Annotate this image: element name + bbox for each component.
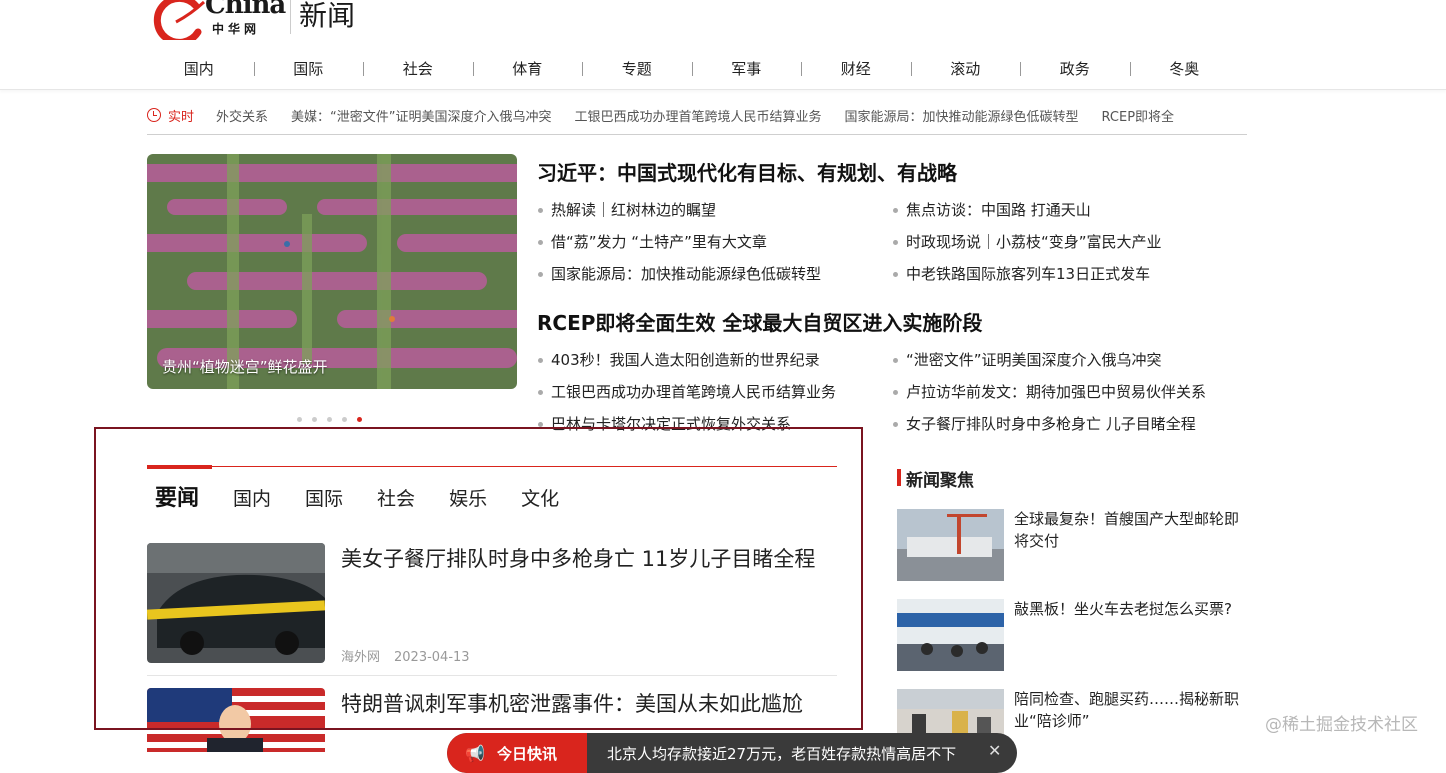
ticker-item[interactable]: 美媒：“泄密文件”证明美国深度介入俄乌冲突 — [291, 110, 551, 125]
news-link[interactable]: 焦点访谈：中国路 打通天山 — [892, 200, 1247, 220]
focus-title[interactable]: 陪同检查、跑腿买药……揭秘新职业“陪诊师” — [1014, 688, 1246, 732]
ticker-item[interactable]: 国家能源局：加快推动能源绿色低碳转型 — [845, 110, 1079, 125]
news-flash-text[interactable]: 北京人均存款接近27万元，老百姓存款热情高居不下 — [607, 743, 977, 764]
news-image — [147, 543, 325, 663]
nav-item-government[interactable]: 政务 — [1020, 58, 1130, 80]
clock-icon — [147, 108, 161, 122]
nav-item-sports[interactable]: 体育 — [472, 58, 583, 80]
focus-title[interactable]: 敲黑板！坐火车去老挝怎么买票? — [1014, 598, 1246, 620]
watermark: @稀土掘金技术社区 — [1265, 715, 1418, 735]
nav-item-society[interactable]: 社会 — [363, 58, 473, 80]
news-meta: 海外网 2023-04-13 — [341, 646, 470, 665]
focus-image — [897, 599, 1004, 671]
focus-thumbnail[interactable] — [897, 509, 1004, 581]
nav-item-topics[interactable]: 专题 — [582, 58, 692, 80]
nav-item-winter-olympics[interactable]: 冬奥 — [1129, 58, 1240, 80]
site-header: China 中华网 新闻 国内 国际 社会 体育 专题 军事 财经 滚动 政务 … — [0, 0, 1446, 90]
news-flash-label: 今日快讯 — [497, 745, 558, 763]
close-icon[interactable]: ✕ — [988, 741, 1001, 760]
channel-title[interactable]: 新闻 — [299, 0, 355, 34]
headline-1-links: 热解读｜红树林边的瞩望 焦点访谈：中国路 打通天山 借“荔”发力 “土特产”里有… — [537, 200, 1247, 284]
carousel-dots — [297, 417, 362, 422]
news-title[interactable]: 美女子餐厅排队时身中多枪身亡 11岁儿子目睹全程 — [341, 543, 815, 573]
news-link[interactable]: 借“荔”发力 “土特产”里有大文章 — [537, 232, 892, 252]
logo-text: China — [205, 0, 286, 20]
news-link[interactable]: 国家能源局：加快推动能源绿色低碳转型 — [537, 264, 892, 284]
news-divider — [147, 675, 837, 676]
news-link[interactable]: “泄密文件”证明美国深度介入俄乌冲突 — [892, 350, 1247, 370]
carousel-dot[interactable] — [342, 417, 347, 422]
hero-slide[interactable]: 贵州“植物迷宫”鲜花盛开 — [147, 154, 517, 389]
tab-domestic[interactable]: 国内 — [233, 484, 271, 511]
ticker-label: 实时 — [168, 110, 195, 125]
nav-item-rolling[interactable]: 滚动 — [910, 58, 1021, 80]
tab-society[interactable]: 社会 — [377, 484, 415, 511]
ticker-item[interactable]: 工银巴西成功办理首笔跨境人民币结算业务 — [575, 110, 822, 125]
focus-thumbnail[interactable] — [897, 599, 1004, 671]
carousel-dot[interactable] — [327, 417, 332, 422]
main-nav: 国内 国际 社会 体育 专题 军事 财经 滚动 政务 冬奥 — [144, 58, 1239, 80]
ticker-item[interactable]: RCEP即将全 — [1102, 110, 1175, 125]
news-link[interactable]: 巴林与卡塔尔决定正式恢复外交关系 — [537, 414, 892, 434]
carousel-dot-active[interactable] — [357, 417, 362, 422]
nav-item-domestic[interactable]: 国内 — [144, 58, 254, 80]
live-ticker: 实时 外交关系 美媒：“泄密文件”证明美国深度介入俄乌冲突 工银巴西成功办理首笔跨境… — [147, 104, 1247, 128]
hero-caption[interactable]: 贵州“植物迷宫”鲜花盛开 — [162, 356, 328, 377]
tab-entertainment[interactable]: 娱乐 — [449, 484, 487, 511]
focus-heading: 新闻聚焦 — [897, 466, 974, 491]
headline-2[interactable]: RCEP即将全面生效 全球最大自贸区进入实施阶段 — [537, 307, 982, 336]
focus-image — [897, 509, 1004, 581]
tab-international[interactable]: 国际 — [305, 484, 343, 511]
tab-headlines[interactable]: 要闻 — [155, 480, 199, 512]
news-link[interactable]: 热解读｜红树林边的瞩望 — [537, 200, 892, 220]
news-link[interactable]: 工银巴西成功办理首笔跨境人民币结算业务 — [537, 382, 892, 402]
headline-2-links: 403秒！我国人造太阳创造新的世界纪录 “泄密文件”证明美国深度介入俄乌冲突 工… — [537, 350, 1247, 434]
news-flash-bar[interactable]: 📢 今日快讯 北京人均存款接近27万元，老百姓存款热情高居不下 ✕ — [447, 733, 1017, 773]
tab-culture[interactable]: 文化 — [521, 484, 559, 511]
news-link[interactable]: 中老铁路国际旅客列车13日正式发车 — [892, 264, 1247, 284]
headline-1[interactable]: 习近平：中国式现代化有目标、有规划、有战略 — [537, 157, 957, 186]
news-link[interactable]: 女子餐厅排队时身中多枪身亡 儿子目睹全程 — [892, 414, 1247, 434]
tabs-divider — [147, 466, 837, 467]
focus-title[interactable]: 全球最复杂！首艘国产大型邮轮即将交付 — [1014, 508, 1246, 552]
news-title[interactable]: 特朗普讽刺军事机密泄露事件：美国从未如此尴尬 — [341, 688, 803, 718]
ticker-item[interactable]: 外交关系 — [216, 110, 268, 125]
nav-item-military[interactable]: 军事 — [691, 58, 802, 80]
hero-image — [147, 154, 517, 389]
news-image — [147, 688, 325, 752]
logo-divider — [290, 0, 291, 34]
active-tab-indicator — [147, 465, 212, 469]
logo-subtext: 中华网 — [212, 22, 261, 36]
news-thumbnail[interactable] — [147, 688, 325, 752]
news-link[interactable]: 卢拉访华前发文：期待加强巴中贸易伙伴关系 — [892, 382, 1247, 402]
news-date: 2023-04-13 — [394, 650, 470, 665]
news-link[interactable]: 403秒！我国人造太阳创造新的世界纪录 — [537, 350, 892, 370]
nav-item-international[interactable]: 国际 — [253, 58, 364, 80]
nav-item-finance[interactable]: 财经 — [801, 58, 911, 80]
megaphone-icon: 📢 — [465, 744, 485, 763]
news-tabs: 要闻 国内 国际 社会 娱乐 文化 — [155, 480, 593, 512]
news-link[interactable]: 时政现场说｜小荔枝“变身”富民大产业 — [892, 232, 1247, 252]
carousel-dot[interactable] — [312, 417, 317, 422]
ticker-items: 外交关系 美媒：“泄密文件”证明美国深度介入俄乌冲突 工银巴西成功办理首笔跨境人民币… — [216, 106, 1247, 125]
news-thumbnail[interactable] — [147, 543, 325, 663]
news-source: 海外网 — [341, 650, 381, 665]
ticker-divider — [147, 134, 1247, 135]
carousel-dot[interactable] — [297, 417, 302, 422]
